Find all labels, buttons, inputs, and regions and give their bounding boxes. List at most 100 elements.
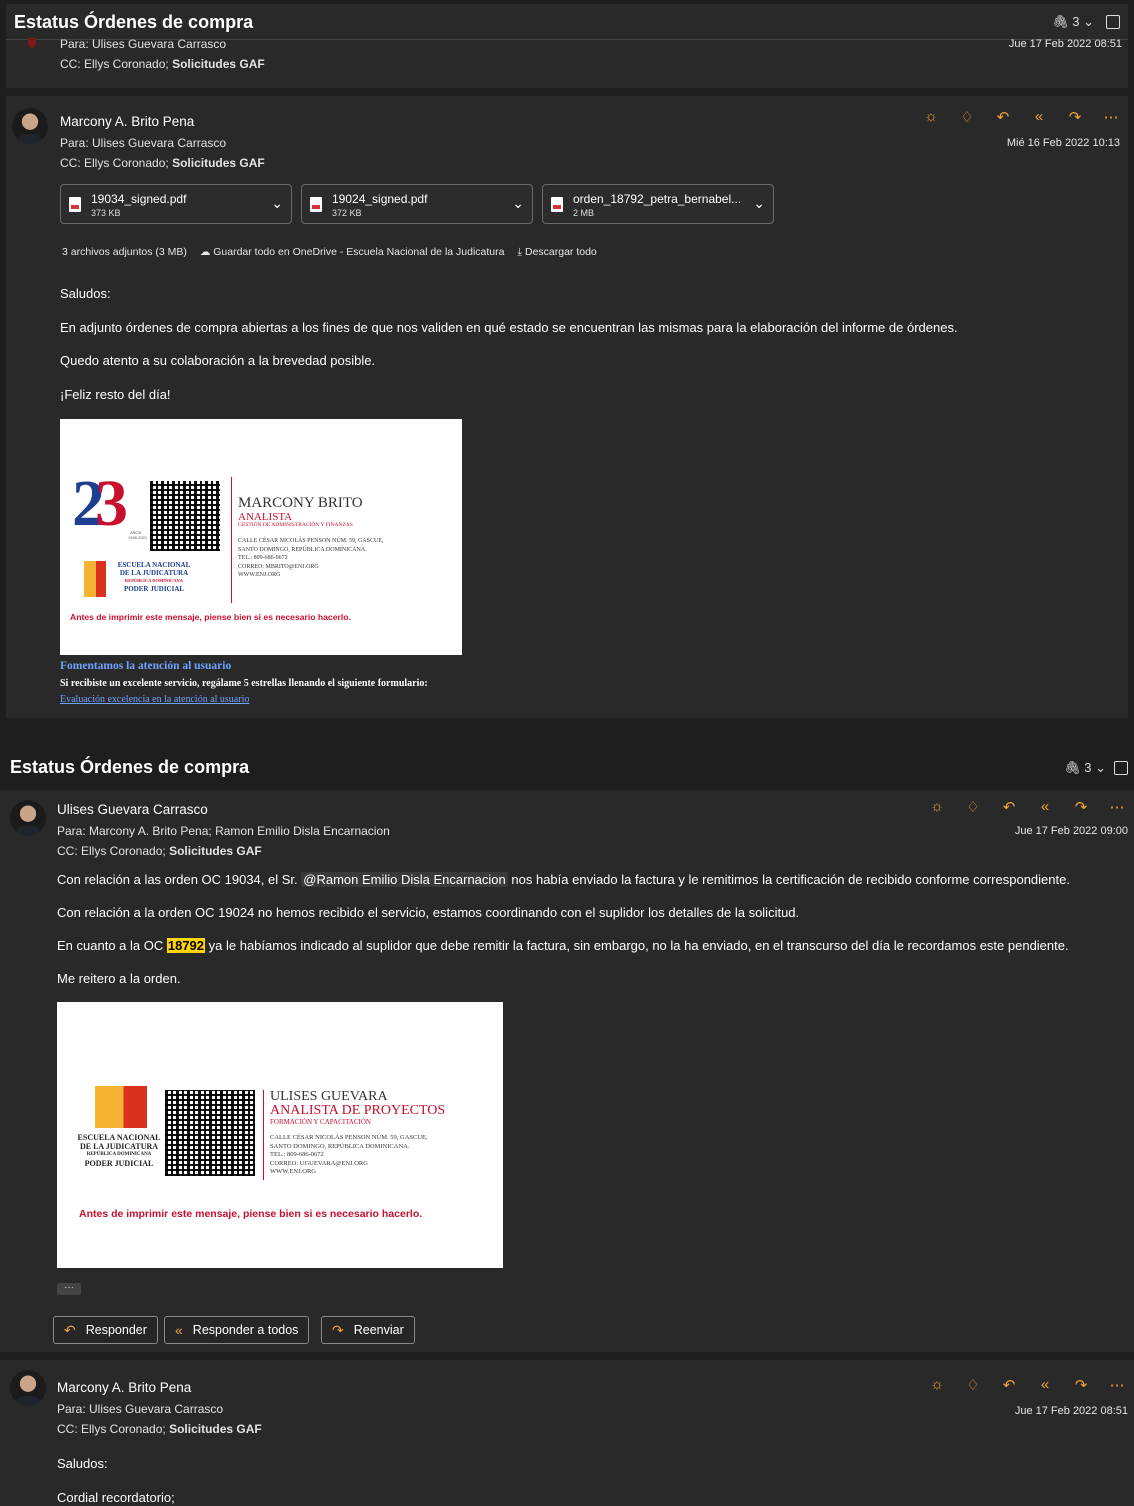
reply-button[interactable]: ↶ Responder — [53, 1316, 158, 1344]
more-icon[interactable]: ⋯ — [1108, 798, 1126, 816]
card-dept: FORMACIÓN Y CAPACITACIÓN — [270, 1118, 371, 1126]
message-actions: ☼ ♢ ↶ « ↷ ⋯ — [928, 798, 1126, 816]
attachment-card[interactable]: 19034_signed.pdf 373 KB ⌄ — [60, 184, 292, 224]
message-2: Ulises Guevara Carrasco Para: Marcony A.… — [0, 790, 1134, 1352]
card-dept: GESTIÓN DE ADMINISTRACIÓN Y FINANZAS — [238, 522, 353, 528]
thread-subject: Estatus Órdenes de compra — [14, 12, 254, 32]
forward-button[interactable]: ↷ Reenviar — [321, 1316, 415, 1344]
reply-icon[interactable]: ↶ — [994, 108, 1012, 126]
more-icon[interactable]: ⋯ — [1102, 108, 1120, 126]
logo-emblem — [84, 561, 106, 597]
card-contact: CALLE CÉSAR NICOLÁS PENSON NÚM. 59, GASC… — [270, 1134, 428, 1175]
avatar — [10, 800, 46, 836]
reply-icon[interactable]: ↶ — [1000, 798, 1018, 816]
card-contact: CALLE CÉSAR NICOLÁS PENSON NÚM. 59, GASC… — [238, 538, 384, 578]
print-warning: Antes de imprimir este mensaje, piense b… — [70, 612, 351, 622]
more-icon[interactable]: ⋯ — [1108, 1376, 1126, 1394]
attach-summary: 3 archivos adjuntos (3 MB) — [62, 246, 187, 258]
message-3: Marcony A. Brito Pena Para: Ulises Gueva… — [0, 1360, 1134, 1506]
message-date: Jue 17 Feb 2022 09:00 — [1014, 825, 1128, 837]
signature-card: ESCUELA NACIONAL DE LA JUDICATURA REPÚBLI… — [57, 1002, 503, 1268]
reply-all-icon[interactable]: « — [1036, 798, 1054, 816]
reply-all-button[interactable]: «Responder a todos — [164, 1316, 310, 1344]
message-actions: ☼ ♢ ↶ « ↷ ⋯ — [928, 1376, 1126, 1394]
cloud-icon: ☁ — [199, 246, 211, 258]
thread-panel-1: Estatus Órdenes de compra 🖇 3 ⌄ Para: Ul… — [6, 4, 1128, 88]
pdf-icon — [551, 197, 563, 212]
sender-name[interactable]: Ulises Guevara Carrasco — [57, 802, 208, 817]
paperclip-icon: 🖇 — [1052, 14, 1069, 29]
reply-all-icon[interactable]: « — [1030, 108, 1048, 126]
promo-link[interactable]: Evaluación excelencia en la atención al … — [60, 694, 249, 705]
org-name: ESCUELA NACIONAL DE LA JUDICATURA REPÚBLI… — [77, 1133, 161, 1168]
avatar — [28, 38, 36, 48]
greeting: Saludos: — [60, 286, 111, 301]
show-more-button[interactable]: ··· — [57, 1283, 81, 1295]
chevron-down-icon[interactable]: ⌄ — [271, 195, 283, 212]
message-date: Jue 17 Feb 2022 08:51 — [1014, 1405, 1128, 1417]
message-date: Mié 16 Feb 2022 10:13 — [1006, 137, 1120, 149]
sender-name[interactable]: Marcony A. Brito Pena — [60, 114, 194, 129]
greeting: Saludos: — [57, 1456, 108, 1471]
message-1: Marcony A. Brito Pena Para: Ulises Gueva… — [6, 96, 1128, 718]
paperclip-icon: 🖇 — [1064, 760, 1081, 775]
forward-icon: ↷ — [332, 1321, 344, 1338]
avatar — [12, 108, 48, 144]
chevron-down-icon[interactable]: ⌄ — [512, 195, 524, 212]
anniversary-logo: 23 — [72, 467, 128, 540]
promo-text: Si recibiste un excelente servicio, regá… — [60, 678, 428, 689]
highlight: 18792 — [166, 938, 206, 953]
attachment-card[interactable]: 19024_signed.pdf 372 KB ⌄ — [301, 184, 533, 224]
paragraph: Cordial recordatorio; — [57, 1490, 175, 1505]
paragraph: En adjunto órdenes de compra abiertas a … — [60, 320, 958, 335]
cc-line: CC: Ellys Coronado; Solicitudes GAF — [57, 1422, 262, 1436]
thumbs-up-icon[interactable]: ♢ — [964, 798, 982, 816]
prev-cc: CC: Ellys Coronado; Solicitudes GAF — [60, 57, 265, 71]
card-name: MARCONY BRITO — [238, 495, 363, 511]
thread-attach-indicator[interactable]: 🖇 3 ⌄ — [1064, 760, 1106, 776]
reply-icon: ↶ — [64, 1321, 76, 1338]
attachment-card[interactable]: orden_18792_petra_bernabel... 2 MB ⌄ — [542, 184, 774, 224]
avatar — [10, 1370, 46, 1406]
download-all-link[interactable]: Descargar todo — [525, 246, 597, 258]
thumbs-up-icon[interactable]: ♢ — [958, 108, 976, 126]
paragraph: Con relación a las orden OC 19034, el Sr… — [57, 872, 1070, 887]
thumbs-up-icon[interactable]: ♢ — [964, 1376, 982, 1394]
chevron-down-icon[interactable]: ⌄ — [753, 195, 765, 212]
paragraph: En cuanto a la OC 18792 ya le habíamos i… — [57, 938, 1069, 953]
sun-icon[interactable]: ☼ — [922, 108, 940, 126]
save-onedrive-link[interactable]: Guardar todo en OneDrive - Escuela Nacio… — [213, 246, 504, 258]
to-line: Para: Marcony A. Brito Pena; Ramon Emili… — [57, 824, 390, 838]
chevron-down-icon: ⌄ — [1095, 760, 1106, 775]
qr-code — [165, 1090, 255, 1176]
to-line: Para: Ulises Guevara Carrasco — [57, 1402, 224, 1416]
forward-icon[interactable]: ↷ — [1072, 1376, 1090, 1394]
signature-card: 23 AÑOS 1998-2021 ESCUELA NACIONAL DE LA … — [60, 419, 462, 655]
thread-panel-2-header: Estatus Órdenes de compra 🖇 3 ⌄ — [0, 752, 1134, 782]
collapse-icon[interactable] — [1114, 761, 1128, 775]
pdf-icon — [310, 197, 322, 212]
thread-attach-indicator[interactable]: 🖇 3 ⌄ — [1052, 14, 1094, 30]
pdf-icon — [69, 197, 81, 212]
chevron-down-icon: ⌄ — [1083, 14, 1094, 29]
prev-to: Para: Ulises Guevara Carrasco — [60, 37, 227, 51]
org-name: ESCUELA NACIONAL DE LA JUDICATURA REPÚBLI… — [117, 561, 191, 593]
collapse-icon[interactable] — [1106, 15, 1120, 29]
cc-line: CC: Ellys Coronado; Solicitudes GAF — [60, 156, 265, 170]
sun-icon[interactable]: ☼ — [928, 1376, 946, 1394]
sender-name[interactable]: Marcony A. Brito Pena — [57, 1380, 191, 1395]
forward-icon[interactable]: ↷ — [1066, 108, 1084, 126]
cc-line: CC: Ellys Coronado; Solicitudes GAF — [57, 844, 262, 858]
qr-code — [150, 481, 220, 551]
mention[interactable]: @Ramon Emilio Disla Encarnacion — [301, 872, 508, 887]
paragraph: Quedo atento a su colaboración a la brev… — [60, 353, 376, 368]
logo-emblem — [95, 1086, 147, 1128]
paragraph: Con relación a la orden OC 19024 no hemo… — [57, 905, 800, 920]
thread-subject: Estatus Órdenes de compra — [10, 757, 250, 777]
sun-icon[interactable]: ☼ — [928, 798, 946, 816]
forward-icon[interactable]: ↷ — [1072, 798, 1090, 816]
promo-title: Fomentamos la atención al usuario — [60, 660, 232, 672]
download-icon: ⤓ — [517, 246, 523, 258]
reply-all-icon[interactable]: « — [1036, 1376, 1054, 1394]
reply-icon[interactable]: ↶ — [1000, 1376, 1018, 1394]
